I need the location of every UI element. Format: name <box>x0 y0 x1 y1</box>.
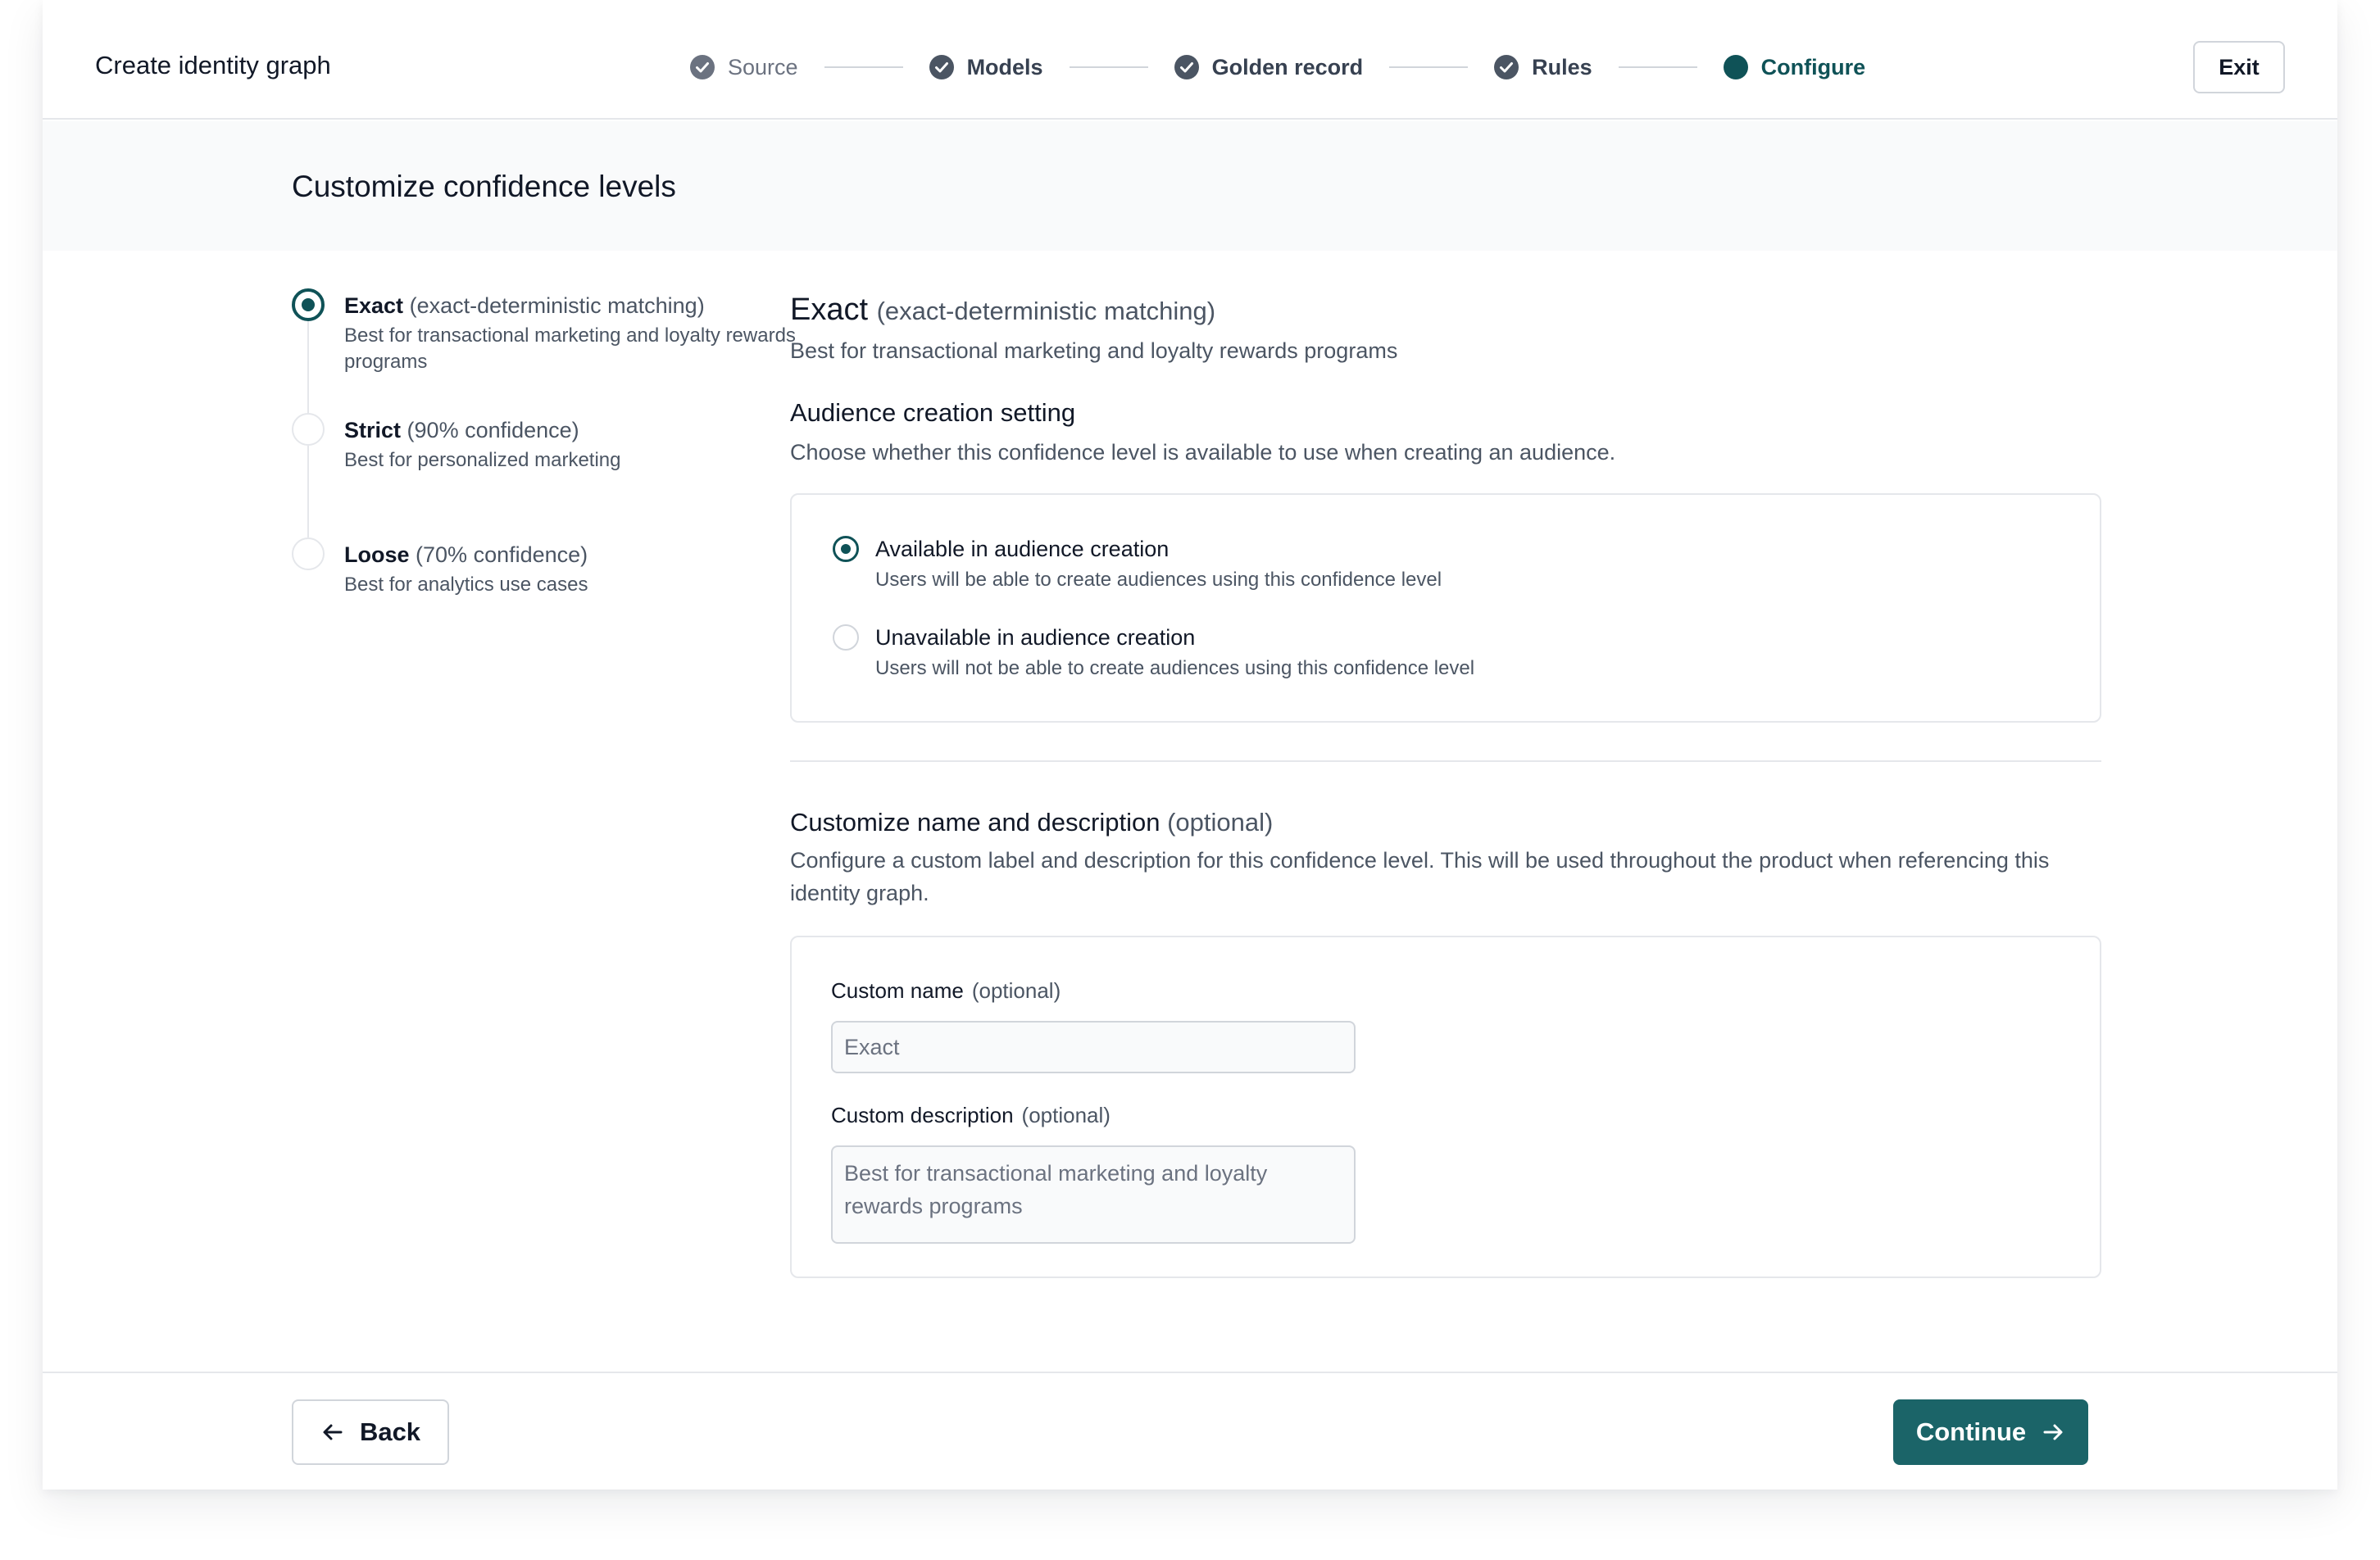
customize-title-text: Customize name and description <box>790 808 1160 837</box>
level-connector <box>307 446 309 537</box>
audience-section-title: Audience creation setting <box>790 398 1076 427</box>
exit-button[interactable]: Exit <box>2193 41 2285 93</box>
level-radio[interactable] <box>292 537 325 570</box>
step-models: Models <box>929 51 1043 84</box>
step-source: Source <box>690 51 798 84</box>
step-golden-record: Golden record <box>1174 51 1364 84</box>
detail-title: Exact (exact-deterministic matching) <box>790 288 1215 333</box>
level-radio[interactable] <box>292 413 325 446</box>
level-connector <box>307 321 309 413</box>
step-configure: Configure <box>1723 51 1866 84</box>
customize-section-description: Configure a custom label and description… <box>790 848 2050 905</box>
option-help: Users will not be able to create audienc… <box>875 657 1475 679</box>
level-title: Loose (70% confidence) <box>344 541 588 569</box>
option-help: Users will be able to create audiences u… <box>875 569 1442 591</box>
level-description: Best for personalized marketing <box>344 449 621 471</box>
custom-description-optional: (optional) <box>1021 1103 1111 1127</box>
audience-section-description: Choose whether this confidence level is … <box>790 440 1616 465</box>
custom-description-textarea[interactable] <box>831 1145 1356 1244</box>
detail-name: Exact <box>790 292 869 327</box>
footer-bar: Back Continue <box>43 1372 2337 1490</box>
check-circle-icon <box>1494 55 1519 79</box>
top-header: Create identity graph Source Models Gold… <box>43 0 2337 120</box>
level-name: Strict <box>344 418 402 442</box>
custom-name-input[interactable] <box>831 1021 1356 1073</box>
back-button-label: Back <box>359 1417 421 1446</box>
level-qualifier: (70% confidence) <box>416 542 588 567</box>
step-label: Configure <box>1760 55 1866 79</box>
option-label: Unavailable in audience creation <box>875 625 1196 650</box>
level-radio[interactable] <box>292 288 325 321</box>
arrow-left-icon <box>323 1424 343 1440</box>
level-description: Best for analytics use cases <box>344 574 588 596</box>
level-qualifier: (90% confidence) <box>407 418 579 442</box>
custom-description-label: Custom description (optional) <box>831 1101 1111 1129</box>
step-label: Golden record <box>1211 55 1364 79</box>
custom-name-label: Custom name (optional) <box>831 977 1061 1004</box>
level-description: Best for transactional marketing and loy… <box>344 324 796 373</box>
step-label: Rules <box>1532 55 1592 79</box>
customize-card: Custom name (optional) Custom description… <box>790 936 2101 1278</box>
continue-button-label: Continue <box>1915 1417 2027 1446</box>
progress-stepper: Source Models Golden record Rules Config… <box>690 51 1865 84</box>
level-title: Strict (90% confidence) <box>344 416 579 444</box>
customize-optional-text: (optional) <box>1167 808 1274 837</box>
check-circle-icon <box>690 55 715 79</box>
step-connector <box>1618 66 1697 68</box>
page-title: Customize confidence levels <box>292 170 676 203</box>
filled-circle-icon <box>1723 55 1748 79</box>
customize-section-title: Customize name and description (optional… <box>790 806 1273 839</box>
arrow-right-icon <box>2043 1424 2063 1440</box>
check-circle-icon <box>929 55 954 79</box>
check-circle-icon <box>1174 55 1199 79</box>
option-label: Available in audience creation <box>875 537 1170 561</box>
app-title: Create identity graph <box>95 51 331 79</box>
step-label: Models <box>966 55 1043 79</box>
page-header: Customize confidence levels <box>43 121 2337 251</box>
unavailable-radio[interactable] <box>833 624 859 651</box>
audience-options-card: Available in audience creation Users wil… <box>790 493 2101 723</box>
step-connector <box>824 66 903 68</box>
custom-name-label-text: Custom name <box>831 978 964 1003</box>
app-window: Create identity graph Source Models Gold… <box>43 0 2337 1490</box>
custom-description-label-text: Custom description <box>831 1103 1014 1127</box>
section-divider <box>790 760 2101 762</box>
level-title: Exact (exact-deterministic matching) <box>344 292 705 320</box>
back-button[interactable]: Back <box>292 1399 449 1465</box>
continue-button[interactable]: Continue <box>1893 1399 2088 1465</box>
level-qualifier: (exact-deterministic matching) <box>409 293 705 318</box>
step-connector <box>1389 66 1469 68</box>
available-radio[interactable] <box>833 536 859 562</box>
step-rules: Rules <box>1494 51 1592 84</box>
detail-qualifier: (exact-deterministic matching) <box>876 297 1216 325</box>
detail-description: Best for transactional marketing and loy… <box>790 338 1398 363</box>
step-label: Source <box>728 55 798 79</box>
step-connector <box>1069 66 1148 68</box>
level-name: Exact <box>344 293 404 318</box>
level-name: Loose <box>344 542 410 567</box>
custom-name-optional: (optional) <box>971 978 1061 1003</box>
